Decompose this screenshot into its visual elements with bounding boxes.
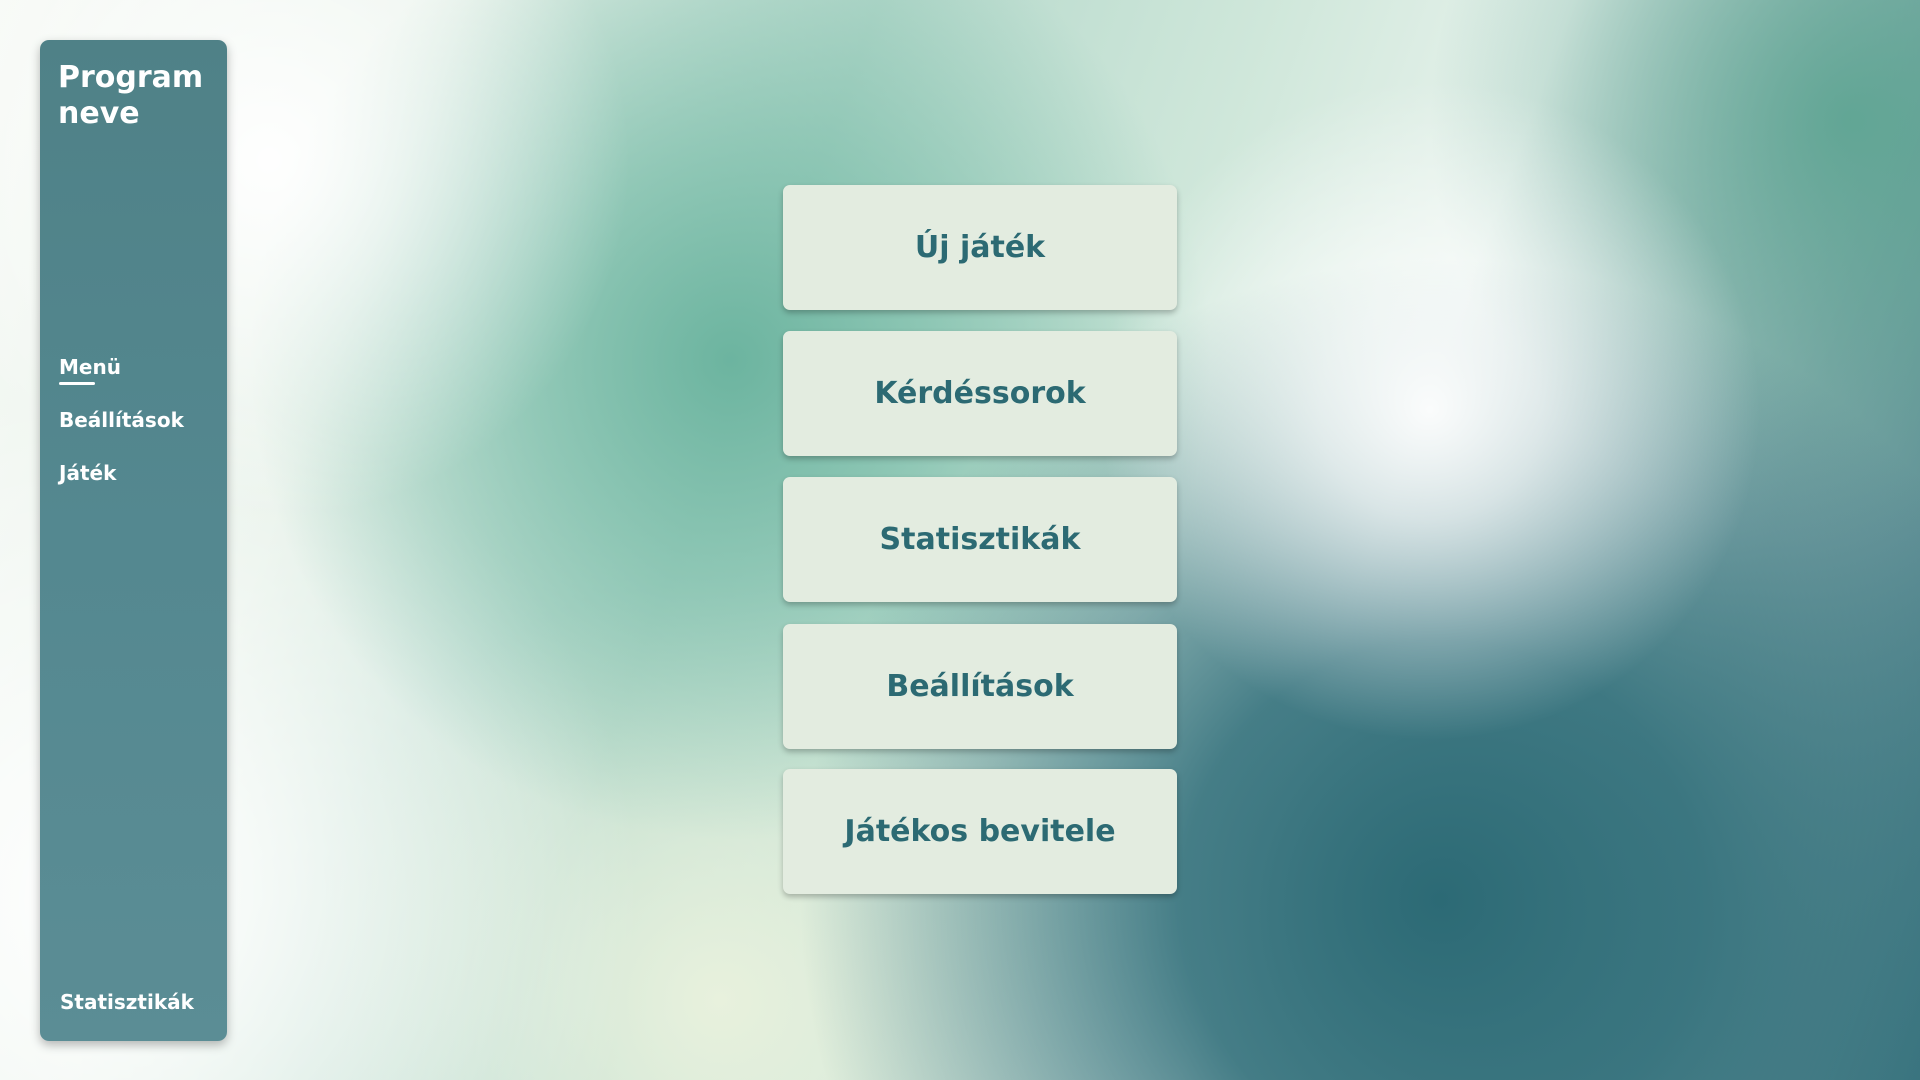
sidebar-nav: Menü Beállítások Játék [59,355,184,514]
question-sets-button[interactable]: Kérdéssorok [783,331,1177,456]
sidebar-item-game[interactable]: Játék [59,461,184,514]
statistics-button[interactable]: Statisztikák [783,477,1177,602]
sidebar-item-label: Statisztikák [60,990,194,1014]
sidebar-item-menu[interactable]: Menü [59,355,184,408]
settings-button[interactable]: Beállítások [783,624,1177,749]
sidebar-item-label: Menü [59,355,121,385]
sidebar: Program neve Menü Beállítások Játék Stat… [40,40,227,1041]
sidebar-item-label: Beállítások [59,408,184,432]
main-menu: Új játék Kérdéssorok Statisztikák Beállí… [783,185,1177,915]
add-player-button[interactable]: Játékos bevitele [783,769,1177,894]
sidebar-item-label: Játék [59,461,117,485]
app-title: Program neve [58,60,204,131]
sidebar-item-statistics[interactable]: Statisztikák [60,990,194,1014]
new-game-button[interactable]: Új játék [783,185,1177,310]
sidebar-item-settings[interactable]: Beállítások [59,408,184,461]
